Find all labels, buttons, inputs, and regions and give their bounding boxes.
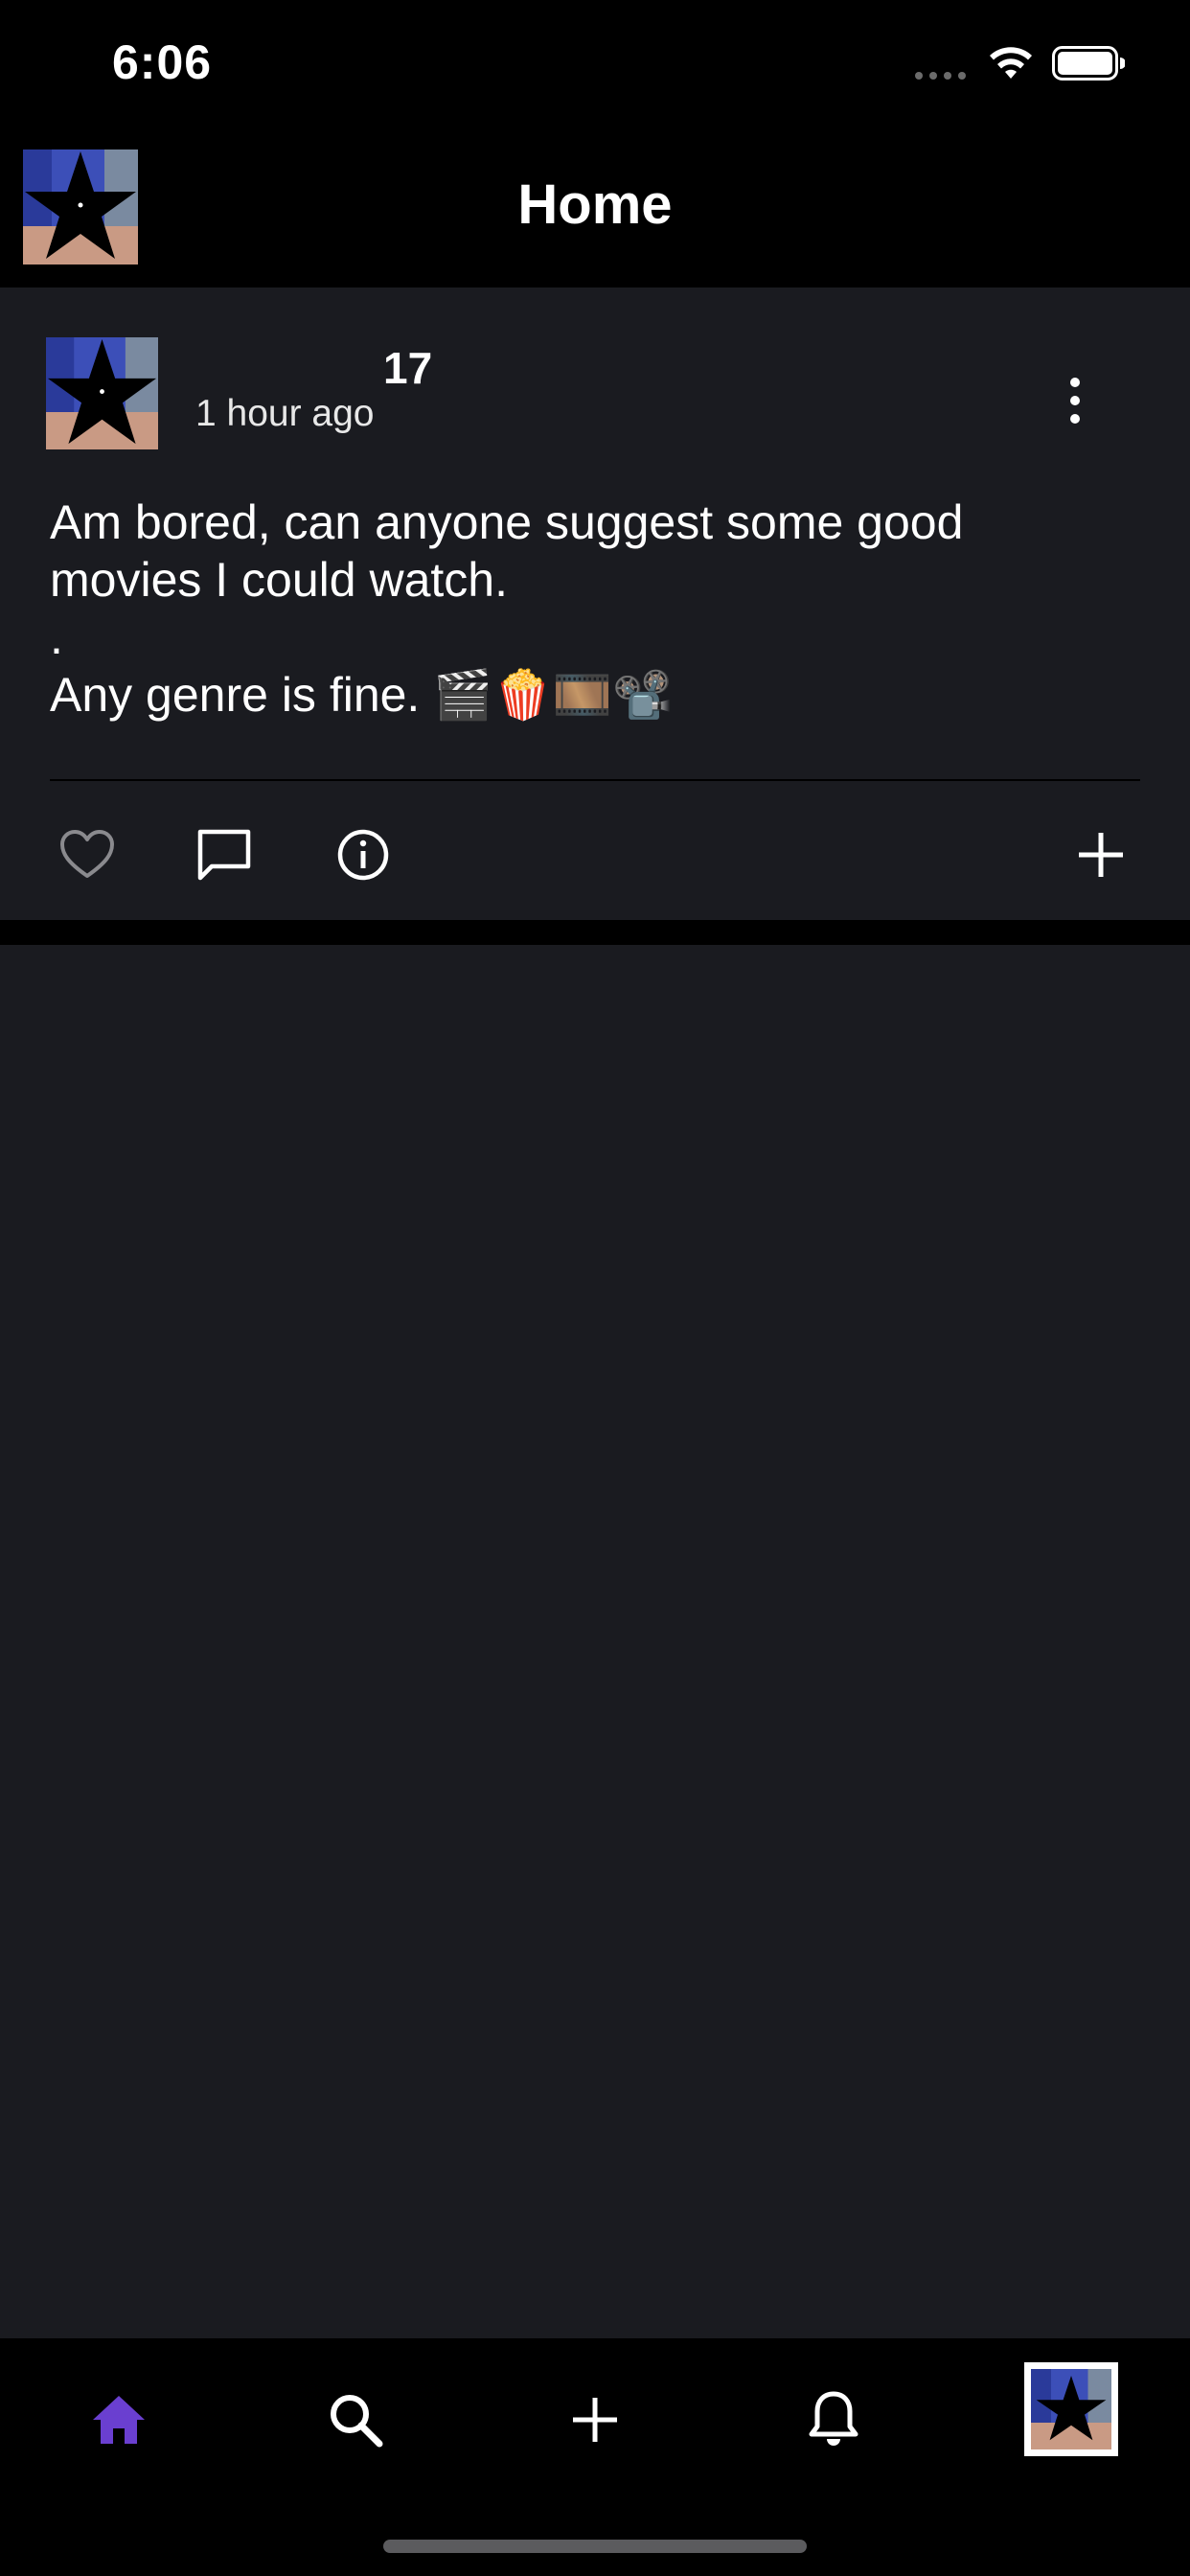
post-body-line: . bbox=[50, 610, 63, 664]
tab-profile[interactable] bbox=[1024, 2362, 1118, 2456]
post-timestamp: 1 hour ago bbox=[195, 393, 375, 434]
post-body-line: Am bored, can anyone suggest some good bbox=[50, 495, 964, 549]
wifi-icon bbox=[990, 47, 1032, 79]
avatar bbox=[1031, 2369, 1111, 2450]
tab-search[interactable] bbox=[312, 2377, 399, 2463]
status-time: 6:06 bbox=[112, 35, 213, 89]
info-icon bbox=[337, 829, 389, 881]
home-icon bbox=[93, 2396, 145, 2444]
tab-notifications[interactable] bbox=[790, 2377, 877, 2463]
post-author-avatar[interactable] bbox=[46, 337, 158, 449]
post-body-line: Any genre is fine. 🎬🍿🎞️📽️ bbox=[50, 668, 673, 722]
star-avatar-icon bbox=[46, 337, 158, 449]
page-title: Home bbox=[517, 173, 673, 236]
search-icon bbox=[331, 2395, 383, 2448]
heart-icon bbox=[60, 830, 114, 878]
home-screen: 6:06 Home 17 1 hour ago Am bored, can an… bbox=[0, 0, 1190, 2576]
card-separator bbox=[0, 920, 1190, 945]
add-button[interactable] bbox=[1066, 820, 1135, 889]
home-indicator bbox=[383, 2540, 807, 2553]
plus-icon bbox=[1079, 833, 1123, 877]
info-button[interactable] bbox=[329, 820, 398, 889]
battery-icon bbox=[1052, 46, 1125, 80]
bell-icon bbox=[809, 2391, 858, 2446]
bottom-tab-bar bbox=[0, 2338, 1190, 2576]
post-card[interactable]: 17 1 hour ago Am bored, can anyone sugge… bbox=[0, 288, 1190, 920]
comment-icon bbox=[197, 829, 251, 881]
comment-button[interactable] bbox=[190, 820, 259, 889]
more-options-button[interactable] bbox=[1052, 372, 1098, 429]
more-vertical-icon bbox=[1070, 378, 1080, 387]
tab-create[interactable] bbox=[552, 2377, 638, 2463]
post-body-line: movies I could watch. bbox=[50, 553, 508, 607]
tab-home[interactable] bbox=[76, 2377, 162, 2463]
like-button[interactable] bbox=[53, 820, 122, 889]
divider bbox=[50, 779, 1140, 781]
post-body: Am bored, can anyone suggest some good m… bbox=[50, 494, 1142, 724]
cellular-signal-icon bbox=[915, 72, 966, 80]
post-username[interactable]: 17 bbox=[383, 342, 432, 394]
app-header: Home bbox=[0, 134, 1190, 288]
plus-icon bbox=[573, 2398, 617, 2442]
status-bar: 6:06 bbox=[0, 0, 1190, 134]
